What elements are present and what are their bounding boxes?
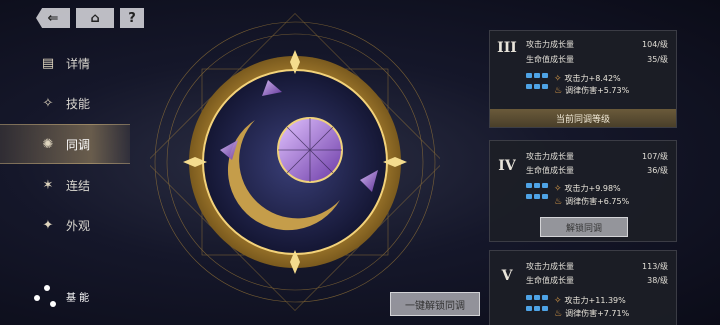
level-numeral: III	[497, 40, 517, 56]
tune-icon: ♨	[554, 308, 563, 319]
attack-icon: ✧	[554, 295, 562, 306]
grid-icon	[526, 183, 548, 203]
sync-level-card-iii: III 攻击力成长量 104/级 生命值成长量 35/级 ✧ 攻击力+8.42%…	[489, 30, 677, 128]
bonus-tune: ♨ 调律伤害+7.71%	[554, 308, 630, 319]
bonus-atk: ✧ 攻击力+11.39%	[554, 295, 626, 306]
sidebar-item-label: 连结	[66, 178, 91, 193]
stat-label: 生命值成长量	[526, 276, 574, 285]
stat-label: 攻击力成长量	[526, 152, 574, 161]
bonus-tune: ♨ 调律伤害+6.75%	[554, 196, 630, 207]
sidebar-item-appearance[interactable]: ✦ 外观	[0, 206, 130, 244]
appearance-icon: ✦	[42, 217, 54, 233]
stat-value: 107/级	[642, 152, 668, 161]
help-button[interactable]: ?	[120, 8, 144, 28]
bonus-tune: ♨ 调律伤害+5.73%	[554, 85, 630, 96]
back-button[interactable]: ⇐	[36, 8, 70, 28]
atk-growth-row: 攻击力成长量 107/级	[526, 151, 668, 162]
sidebar-item-label: 同调	[66, 137, 91, 152]
stat-value: 35/级	[647, 55, 668, 64]
back-arrow-icon: ⇐	[47, 10, 59, 26]
sync-icon: ✺	[42, 136, 54, 152]
basic-button-label: 基 能	[66, 292, 90, 304]
sidebar-item-skills[interactable]: ✧ 技能	[0, 84, 130, 122]
sidebar-item-label: 外观	[66, 218, 91, 233]
sidebar-item-sync[interactable]: ✺ 同调	[0, 124, 130, 164]
sidebar-item-label: 技能	[66, 96, 91, 111]
home-icon: ⌂	[90, 10, 100, 26]
sidebar-item-label: 详情	[66, 56, 91, 71]
hp-growth-row: 生命值成长量 38/级	[526, 275, 668, 286]
skill-icon: ✧	[42, 95, 54, 111]
attack-icon: ✧	[554, 183, 562, 194]
bonus-atk: ✧ 攻击力+9.98%	[554, 183, 621, 194]
stat-label: 攻击力成长量	[526, 262, 574, 271]
atk-growth-row: 攻击力成长量 113/级	[526, 261, 668, 272]
home-button[interactable]: ⌂	[76, 8, 114, 28]
grid-icon	[526, 73, 548, 93]
unlock-all-button[interactable]: 一键解锁同调	[390, 292, 480, 316]
sidebar-item-link[interactable]: ✶ 连结	[0, 166, 130, 204]
sidebar-item-details[interactable]: ▤ 详情	[0, 44, 130, 82]
tune-icon: ♨	[554, 196, 563, 207]
level-numeral: V	[501, 268, 513, 284]
grid-icon	[526, 295, 548, 315]
top-bar: ⇐ ⌂ ?	[36, 8, 144, 28]
sync-emblem	[150, 13, 440, 311]
atk-growth-row: 攻击力成长量 104/级	[526, 39, 668, 50]
constellation-icon	[30, 281, 60, 311]
tune-icon: ♨	[554, 85, 563, 96]
document-icon: ▤	[41, 55, 55, 71]
stat-label: 生命值成长量	[526, 55, 574, 64]
stat-value: 36/级	[647, 166, 668, 175]
stat-value: 113/级	[642, 262, 668, 271]
help-icon: ?	[128, 10, 136, 26]
stat-value: 38/级	[647, 276, 668, 285]
level-numeral: IV	[498, 158, 516, 174]
basic-button[interactable]: 基 能	[30, 276, 100, 316]
current-level-label: 当前同调等级	[490, 109, 676, 127]
link-star-icon: ✶	[42, 177, 54, 193]
stat-label: 生命值成长量	[526, 166, 574, 175]
hp-growth-row: 生命值成长量 36/级	[526, 165, 668, 176]
bonus-atk: ✧ 攻击力+8.42%	[554, 73, 621, 84]
sync-level-card-v: V 攻击力成长量 113/级 生命值成长量 38/级 ✧ 攻击力+11.39% …	[489, 250, 677, 325]
sidebar: ▤ 详情 ✧ 技能 ✺ 同调 ✶ 连结 ✦ 外观	[0, 44, 130, 246]
unlock-sync-button[interactable]: 解锁同调	[540, 217, 628, 237]
hp-growth-row: 生命值成长量 35/级	[526, 54, 668, 65]
stat-label: 攻击力成长量	[526, 40, 574, 49]
attack-icon: ✧	[554, 73, 562, 84]
sync-level-card-iv: IV 攻击力成长量 107/级 生命值成长量 36/级 ✧ 攻击力+9.98% …	[489, 140, 677, 242]
stat-value: 104/级	[642, 40, 668, 49]
